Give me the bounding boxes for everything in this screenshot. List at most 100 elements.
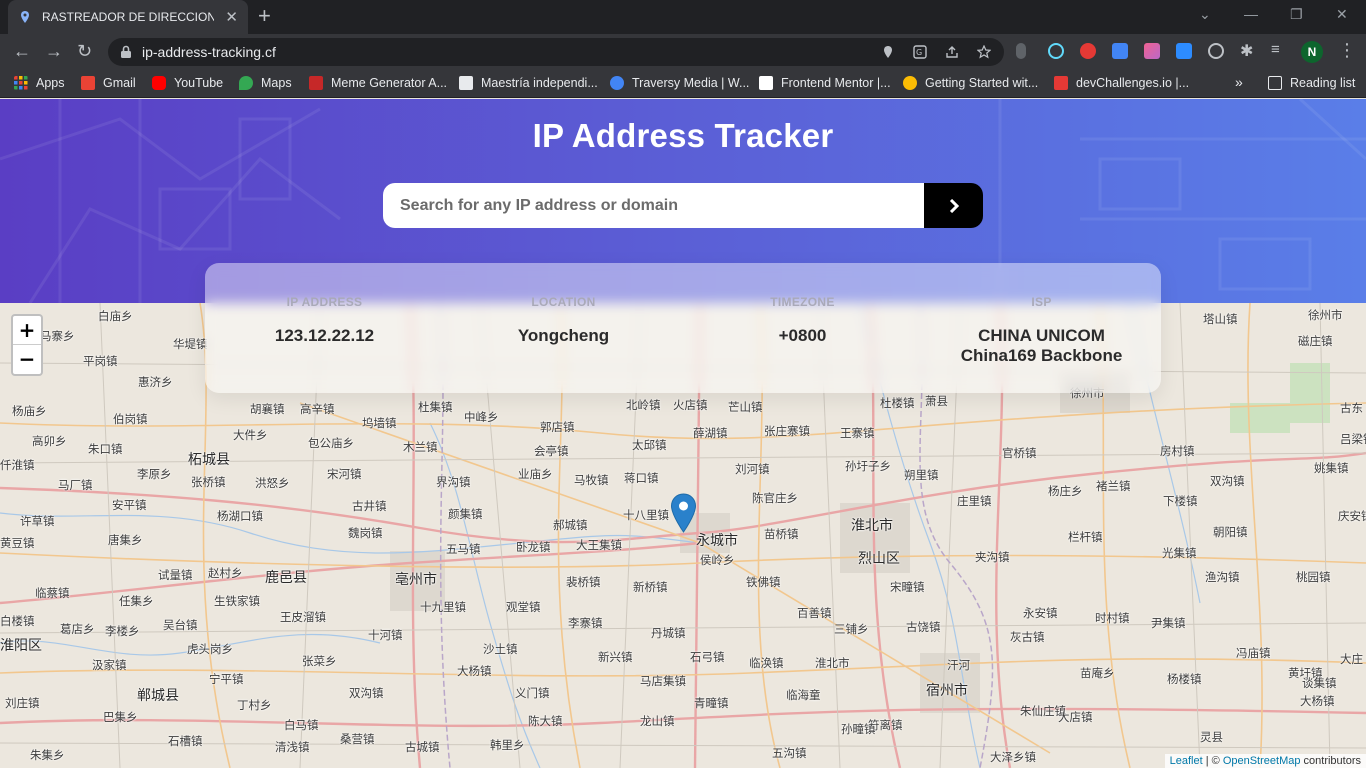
map-place-label: 夹沟镇: [975, 550, 1010, 564]
map-place-label: 火店镇: [673, 398, 708, 412]
translate-icon[interactable]: G: [913, 45, 927, 59]
map-place-label: 渔沟镇: [1205, 570, 1240, 584]
map-place-label: 杨楼镇: [1167, 672, 1202, 686]
bookmark-label: Apps: [36, 76, 65, 90]
map-place-label: 亳州市: [395, 572, 437, 588]
map-place-label: 十九里镇: [420, 600, 466, 614]
extension-mouse-icon[interactable]: [1016, 43, 1026, 59]
google-translate-icon[interactable]: [1112, 43, 1128, 59]
map-place-label: 郭店镇: [540, 420, 575, 434]
map-place-label: 石槽镇: [168, 734, 203, 748]
minimize-icon[interactable]: —: [1244, 6, 1258, 22]
map-place-label: 谈集镇: [1302, 676, 1337, 690]
share-icon[interactable]: [945, 45, 959, 59]
map-place-label: 巴集乡: [103, 710, 138, 724]
map-place-label: 高辛镇: [300, 402, 335, 416]
address-bar[interactable]: ip-address-tracking.cf G: [108, 38, 1004, 66]
map-place-label: 界沟镇: [436, 475, 471, 489]
gmail-icon: [81, 76, 95, 90]
map-place-label: 李原乡: [137, 467, 172, 481]
map-place-label: 会亭镇: [534, 444, 569, 458]
map-place-label: 庆安镇: [1338, 509, 1366, 523]
restore-icon[interactable]: ❐: [1290, 6, 1303, 23]
ip-search-input[interactable]: [383, 183, 924, 228]
map-place-label: 平岗镇: [83, 354, 118, 368]
map-place-label: 杨庄乡: [1048, 484, 1083, 498]
zoom-out-button[interactable]: −: [13, 345, 41, 374]
map-place-label: 魏岗镇: [348, 526, 383, 540]
more-bookmarks-icon[interactable]: »: [1235, 74, 1243, 90]
bookmark-frontend-mentor[interactable]: Frontend Mentor |...: [759, 76, 891, 90]
bookmark-label: Gmail: [103, 76, 136, 90]
map-place-label: 李寨镇: [568, 616, 603, 630]
location-icon[interactable]: [881, 45, 895, 59]
bookmark-label: Frontend Mentor |...: [781, 76, 891, 90]
close-window-icon[interactable]: ✕: [1336, 6, 1348, 23]
map-place-label: 苗桥镇: [764, 527, 799, 541]
map-place-label: 古东: [1340, 401, 1363, 415]
adblock-icon[interactable]: [1080, 43, 1096, 59]
record-extension-icon[interactable]: [1208, 43, 1224, 59]
map-place-label: 新桥镇: [633, 580, 668, 594]
map-place-label: 青疃镇: [694, 696, 729, 710]
zoom-in-button[interactable]: +: [13, 316, 41, 345]
map-place-label: 萧县: [925, 394, 948, 408]
location-marker-icon[interactable]: [670, 493, 697, 533]
attribution-separator: | ©: [1202, 755, 1223, 767]
map-place-label: 张桥镇: [191, 475, 226, 489]
reload-icon[interactable]: ↻: [77, 41, 92, 61]
leaflet-link[interactable]: Leaflet: [1170, 755, 1203, 767]
map-place-label: 卧龙镇: [516, 540, 551, 554]
forward-icon[interactable]: →: [45, 41, 63, 61]
search-submit-button[interactable]: [924, 183, 983, 228]
ip-tracker-page: IP Address Tracker Search for any IP add…: [0, 99, 1366, 768]
map-place-label: 大杨镇: [457, 664, 492, 678]
bookmark-getting-started[interactable]: Getting Started wit...: [903, 76, 1038, 90]
map-place-label: 孙疃镇: [841, 722, 876, 736]
map-place-label: 黄豆镇: [0, 536, 35, 550]
isp-label: ISP: [1031, 295, 1052, 309]
map-place-label: 大庄: [1340, 652, 1363, 666]
map-place-label: 郝城镇: [553, 518, 588, 532]
location-value: Yongcheng: [517, 326, 610, 345]
map-place-label: 汲家镇: [92, 658, 127, 672]
map-place-label: 五马镇: [446, 542, 481, 556]
map-place-label: 大件乡: [233, 428, 268, 442]
map-place-label: 郸城县: [137, 688, 179, 704]
profile-avatar[interactable]: N: [1301, 41, 1323, 63]
bookmark-maestria[interactable]: Maestría independi...: [459, 76, 598, 90]
media-control-icon[interactable]: ≡: [1271, 41, 1287, 58]
react-devtools-icon[interactable]: [1048, 43, 1064, 59]
url-text: ip-address-tracking.cf: [142, 44, 276, 60]
back-icon[interactable]: ←: [13, 41, 31, 61]
map-place-label: 唐集乡: [108, 533, 143, 547]
bookmark-devchallenges[interactable]: devChallenges.io |...: [1054, 76, 1189, 90]
bookmark-apps[interactable]: Apps: [14, 76, 65, 90]
bookmark-star-icon[interactable]: [977, 45, 991, 59]
extensions-puzzle-icon[interactable]: ✱: [1240, 41, 1256, 60]
reading-list-button[interactable]: Reading list: [1268, 76, 1355, 90]
bookmark-youtube[interactable]: YouTube: [152, 76, 223, 90]
openstreetmap-link[interactable]: OpenStreetMap: [1223, 755, 1301, 767]
color-picker-icon[interactable]: [1144, 43, 1160, 59]
bookmark-meme-generator[interactable]: Meme Generator A...: [309, 76, 447, 90]
tab-close-icon[interactable]: ✕: [225, 8, 238, 26]
map-pin-favicon-icon: [21, 11, 29, 23]
browser-tab[interactable]: RASTREADOR DE DIRECCIONES I ✕: [8, 0, 248, 34]
location-label: LOCATION: [531, 295, 596, 309]
tab-search-icon[interactable]: ⌄: [1199, 6, 1211, 23]
map-attribution: Leaflet | © OpenStreetMap contributors: [1164, 754, 1366, 768]
map-place-label: 宿州市: [926, 683, 968, 699]
bookmark-maps[interactable]: Maps: [239, 76, 292, 90]
isp-value: CHINA UNICOM China169 Backbone: [960, 326, 1123, 365]
browser-menu-icon[interactable]: ⋮: [1338, 40, 1356, 60]
bookmark-label: Maps: [261, 76, 292, 90]
new-tab-icon[interactable]: +: [258, 5, 271, 27]
zoom-extension-icon[interactable]: [1176, 43, 1192, 59]
map-place-label: 十八里镇: [623, 508, 669, 522]
bookmark-gmail[interactable]: Gmail: [81, 76, 136, 90]
bookmark-traversy[interactable]: Traversy Media | W...: [610, 76, 749, 90]
map-place-label: 高卯乡: [32, 434, 67, 448]
map-place-label: 宋河镇: [327, 467, 362, 481]
map-place-label: 朱集乡: [30, 748, 65, 762]
